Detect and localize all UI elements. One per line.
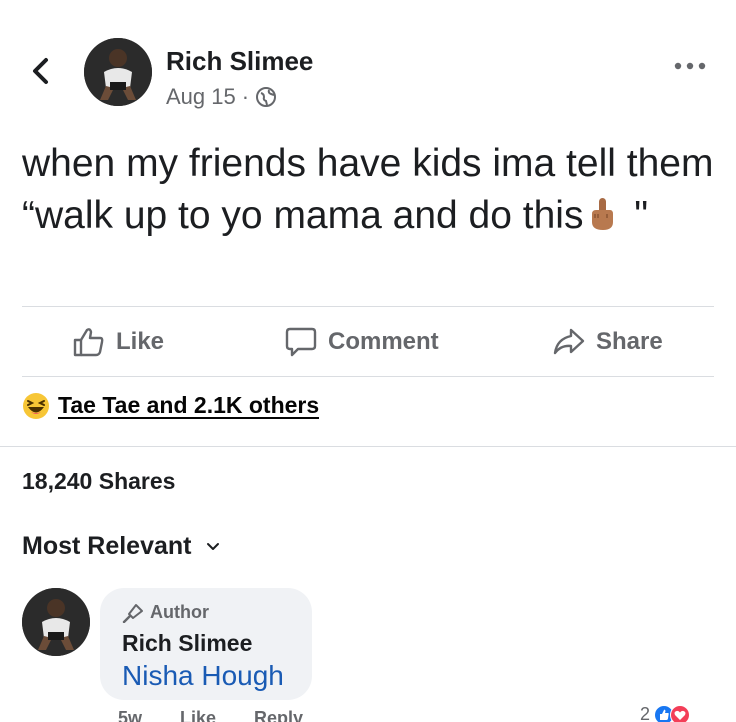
chevron-down-icon [207,542,220,550]
divider [22,376,714,377]
reactions-text: Tae Tae and 2.1K others [58,392,320,419]
commenter-avatar[interactable] [22,588,90,656]
comment-icon [285,327,317,357]
comment-button[interactable]: Comment [284,308,439,376]
more-options-button[interactable] [672,54,708,78]
post-action-bar: Like Comment Share [0,308,736,376]
avatar-image [84,38,152,106]
divider [22,306,714,307]
comment-sort-dropdown[interactable]: Most Relevant [22,532,221,561]
share-label: Share [596,328,663,355]
sort-label: Most Relevant [22,532,192,560]
globe-icon [256,87,277,107]
like-button[interactable]: Like [72,308,164,376]
share-button[interactable]: Share [552,308,663,376]
like-label: Like [116,328,165,355]
author-badge: Author [122,602,209,623]
post-meta: Aug 15 · [166,84,277,110]
comment-time[interactable]: 5w [118,708,142,722]
microphone-icon [122,603,143,623]
more-horizontal-icon [674,62,706,70]
post-text-closing-quote: " [623,194,649,237]
comment-label: Comment [328,328,439,355]
comment-reactions[interactable]: 2 [640,704,691,722]
meta-separator: · [241,84,250,109]
comment-footer: 5w Like Reply [118,708,303,722]
comment-author-name[interactable]: Rich Slimee [122,630,252,657]
comment-like-button[interactable]: Like [180,708,216,722]
thumbs-up-icon [73,328,104,357]
divider [0,446,736,447]
reactions-summary[interactable]: Tae Tae and 2.1K others [22,392,320,420]
shares-count[interactable]: 18,240 Shares [22,468,175,495]
post-author-name[interactable]: Rich Slimee [166,46,313,77]
back-button[interactable] [28,54,54,88]
comment-reply-button[interactable]: Reply [254,708,303,722]
post-date[interactable]: Aug 15 [166,84,236,110]
avatar-image [22,588,90,656]
chevron-left-icon [33,58,48,84]
comment-mention[interactable]: Nisha Hough [122,660,284,692]
haha-reaction-icon [23,393,49,419]
author-badge-label: Author [150,602,209,622]
post-text: when my friends have kids ima tell them … [22,138,722,246]
comment-reaction-count: 2 [640,704,651,722]
middle-finger-emoji [587,194,617,246]
share-arrow-icon [553,328,585,355]
love-reaction-icon [670,704,691,722]
author-avatar[interactable] [84,38,152,106]
